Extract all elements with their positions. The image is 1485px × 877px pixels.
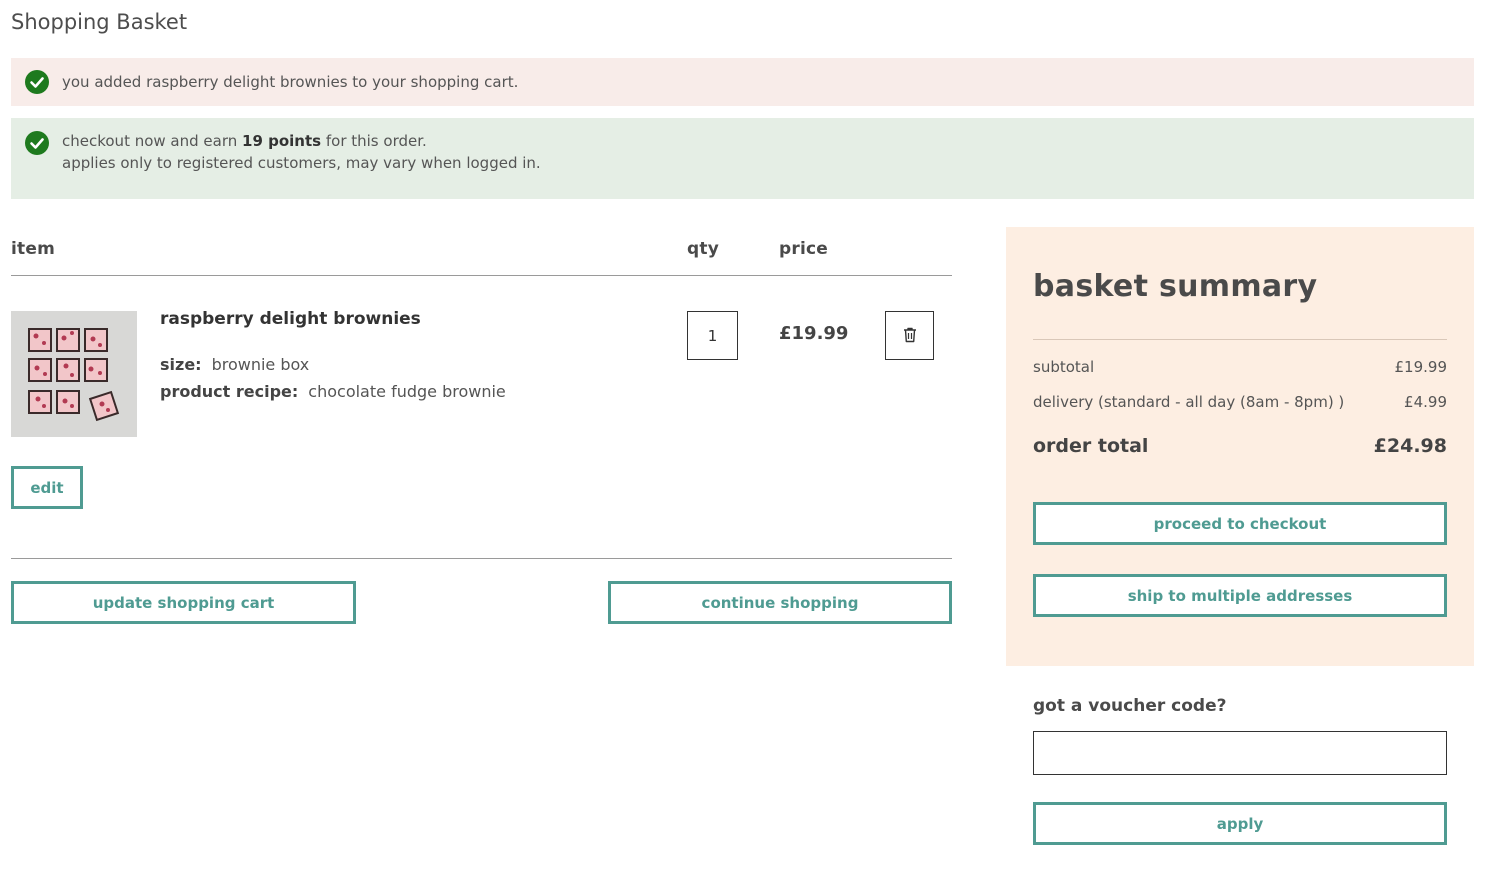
basket-summary: basket summary subtotal £19.99 delivery … (1006, 227, 1474, 666)
delivery-row: delivery (standard - all day (8am - 8pm)… (1033, 393, 1447, 411)
item-price: £19.99 (779, 323, 849, 344)
quantity-input[interactable] (687, 311, 738, 360)
points-note: applies only to registered customers, ma… (62, 154, 541, 172)
order-total-value: £24.98 (1373, 435, 1447, 457)
subtotal-row: subtotal £19.99 (1033, 358, 1447, 376)
option-label-recipe: product recipe: (160, 382, 299, 401)
option-value-size: brownie box (211, 355, 310, 374)
update-cart-button[interactable]: update shopping cart (11, 581, 356, 624)
voucher-code-input[interactable] (1033, 731, 1447, 775)
delivery-label: delivery (standard - all day (8am - 8pm)… (1033, 393, 1345, 411)
delete-item-button[interactable] (885, 311, 934, 360)
header-divider (11, 275, 952, 276)
option-value-recipe: chocolate fudge brownie (308, 382, 506, 401)
summary-divider (1033, 339, 1447, 340)
check-circle-icon (25, 70, 49, 94)
order-total-row: order total £24.98 (1033, 435, 1447, 457)
product-name[interactable]: raspberry delight brownies (160, 309, 421, 329)
product-image[interactable] (11, 311, 137, 437)
success-message: you added raspberry delight brownies to … (11, 58, 1474, 106)
points-message: checkout now and earn 19 points for this… (11, 118, 1474, 199)
edit-item-button[interactable]: edit (11, 466, 83, 509)
points-prefix: checkout now and earn (62, 132, 243, 150)
check-circle-icon (25, 131, 49, 155)
option-label-size: size: (160, 355, 202, 374)
order-total-label: order total (1033, 435, 1149, 457)
summary-title: basket summary (1033, 269, 1318, 304)
apply-voucher-button[interactable]: apply (1033, 802, 1447, 845)
delivery-value: £4.99 (1404, 393, 1447, 411)
points-message-text: checkout now and earn 19 points for this… (62, 130, 541, 174)
points-value: 19 points (242, 132, 322, 150)
page-title: Shopping Basket (11, 10, 188, 34)
subtotal-value: £19.99 (1394, 358, 1448, 376)
subtotal-label: subtotal (1033, 358, 1095, 376)
column-header-price: price (779, 239, 828, 259)
continue-shopping-button[interactable]: continue shopping (608, 581, 952, 624)
product-option-size: size: brownie box (160, 355, 309, 374)
column-header-item: item (11, 239, 55, 259)
voucher-label: got a voucher code? (1033, 696, 1227, 716)
ship-to-multiple-addresses-button[interactable]: ship to multiple addresses (1033, 574, 1447, 617)
points-suffix: for this order. (321, 132, 427, 150)
product-option-recipe: product recipe: chocolate fudge brownie (160, 382, 506, 401)
success-message-text: you added raspberry delight brownies to … (62, 73, 519, 91)
proceed-to-checkout-button[interactable]: proceed to checkout (1033, 502, 1447, 545)
cart-actions-divider (11, 558, 952, 559)
column-header-qty: qty (687, 239, 719, 259)
